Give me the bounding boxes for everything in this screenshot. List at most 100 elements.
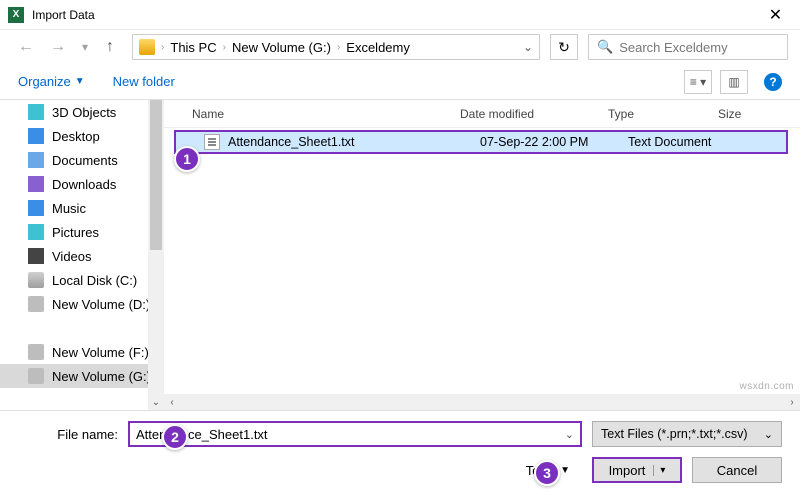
chevron-right-icon: › xyxy=(223,42,226,53)
column-headers: Name Date modified Type Size xyxy=(164,100,800,128)
annotation-badge-1: 1 xyxy=(174,146,200,172)
sidebar-item-label: Desktop xyxy=(52,129,100,144)
drive-icon xyxy=(28,128,44,144)
search-placeholder: Search Exceldemy xyxy=(619,40,727,55)
filename-dropdown-icon[interactable]: ⌄ xyxy=(565,428,574,441)
sidebar-item[interactable]: New Volume (G:) xyxy=(0,364,164,388)
organize-menu[interactable]: Organize ▼ xyxy=(18,74,85,89)
sidebar-scrollbar[interactable]: ⌃ ⌄ xyxy=(148,100,164,410)
sidebar-item-label: Documents xyxy=(52,153,118,168)
drive-icon xyxy=(28,368,44,384)
sidebar-item-label: Local Disk (C:) xyxy=(52,273,137,288)
drive-icon xyxy=(28,176,44,192)
drive-icon xyxy=(28,104,44,120)
bottom-bar: File name: Attendance_Sheet1.txt ⌄ Text … xyxy=(0,410,800,487)
annotation-badge-3: 3 xyxy=(534,460,560,486)
sidebar-item[interactable]: Documents xyxy=(0,148,164,172)
file-name: Attendance_Sheet1.txt xyxy=(228,135,480,149)
close-button[interactable]: ✕ xyxy=(753,0,798,30)
drive-icon xyxy=(28,296,44,312)
sidebar-item-label: New Volume (D:) xyxy=(52,297,150,312)
file-type: Text Document xyxy=(628,135,738,149)
drive-icon xyxy=(28,200,44,216)
scroll-thumb[interactable] xyxy=(150,100,162,250)
sidebar-item[interactable]: Desktop xyxy=(0,124,164,148)
split-chevron-icon[interactable]: ▾ xyxy=(653,465,665,476)
excel-icon: X xyxy=(8,7,24,23)
chevron-down-icon: ⌄ xyxy=(764,428,773,441)
sidebar-item-label: New Volume (F:) xyxy=(52,345,149,360)
sidebar-item[interactable]: New Volume (F:) xyxy=(0,340,164,364)
file-row[interactable]: Attendance_Sheet1.txt 07-Sep-22 2:00 PM … xyxy=(174,130,788,154)
filename-value: Attendance_Sheet1.txt xyxy=(136,427,268,442)
organize-label: Organize xyxy=(18,74,71,89)
file-list: Name Date modified Type Size Attendance_… xyxy=(164,100,800,410)
main-area: 3D Objects Desktop Documents Downloads Music… xyxy=(0,100,800,410)
sidebar-item-label: New Volume (G:) xyxy=(52,369,151,384)
titlebar: X Import Data ✕ xyxy=(0,0,800,30)
cancel-button[interactable]: Cancel xyxy=(692,457,782,483)
sidebar-item[interactable]: Pictures xyxy=(0,220,164,244)
sidebar-item[interactable]: Local Disk (C:) xyxy=(0,268,164,292)
sidebar-item-label: 3D Objects xyxy=(52,105,116,120)
scroll-down-icon[interactable]: ⌄ xyxy=(148,394,164,410)
filename-input[interactable]: Attendance_Sheet1.txt ⌄ xyxy=(128,421,582,447)
col-date[interactable]: Date modified xyxy=(460,107,608,121)
sidebar-item-label: Downloads xyxy=(52,177,116,192)
folder-icon xyxy=(139,39,155,55)
breadcrumb-volume[interactable]: New Volume (G:) xyxy=(232,40,331,55)
search-icon: 🔍 xyxy=(597,39,613,55)
back-button[interactable]: ← xyxy=(12,34,40,60)
chevron-down-icon: ▼ xyxy=(75,76,85,87)
import-label: Import xyxy=(609,463,646,478)
drive-icon xyxy=(28,224,44,240)
sidebar-item-label: Videos xyxy=(52,249,92,264)
sidebar-item[interactable] xyxy=(0,316,164,340)
sidebar-item[interactable]: Videos xyxy=(0,244,164,268)
window-title: Import Data xyxy=(32,8,95,22)
col-name[interactable]: Name xyxy=(192,107,460,121)
scroll-left-icon[interactable]: ‹ xyxy=(164,397,180,408)
sidebar: 3D Objects Desktop Documents Downloads Music… xyxy=(0,100,164,410)
sidebar-item[interactable]: New Volume (D:) xyxy=(0,292,164,316)
forward-button: → xyxy=(44,34,72,60)
help-button[interactable]: ? xyxy=(764,73,782,91)
nav-row: ← → ▾ ↑ › This PC › New Volume (G:) › Ex… xyxy=(0,30,800,64)
filter-label: Text Files (*.prn;*.txt;*.csv) xyxy=(601,427,748,441)
view-preview-button[interactable]: ▥ xyxy=(720,70,748,94)
annotation-badge-2: 2 xyxy=(162,424,188,450)
drive-icon xyxy=(28,272,44,288)
chevron-right-icon: › xyxy=(161,42,164,53)
address-dropdown[interactable]: ⌄ xyxy=(523,40,533,54)
new-folder-button[interactable]: New folder xyxy=(113,74,175,89)
sidebar-item[interactable]: Downloads xyxy=(0,172,164,196)
address-bar[interactable]: › This PC › New Volume (G:) › Exceldemy … xyxy=(132,34,540,60)
file-date: 07-Sep-22 2:00 PM xyxy=(480,135,628,149)
search-input[interactable]: 🔍 Search Exceldemy xyxy=(588,34,788,60)
refresh-button[interactable]: ↻ xyxy=(550,34,578,60)
breadcrumb-folder[interactable]: Exceldemy xyxy=(346,40,410,55)
sidebar-item-label: Pictures xyxy=(52,225,99,240)
scroll-right-icon[interactable]: › xyxy=(784,397,800,408)
text-file-icon xyxy=(204,134,220,150)
col-type[interactable]: Type xyxy=(608,107,718,121)
import-button[interactable]: Import ▾ xyxy=(592,457,682,483)
col-size[interactable]: Size xyxy=(718,107,758,121)
drive-icon xyxy=(28,344,44,360)
filename-label: File name: xyxy=(18,427,118,442)
chevron-right-icon: › xyxy=(337,42,340,53)
chevron-down-icon: ▼ xyxy=(560,465,570,476)
toolbar: Organize ▼ New folder ≡ ▾ ▥ ? xyxy=(0,64,800,100)
recent-dropdown[interactable]: ▾ xyxy=(76,36,94,58)
drive-icon xyxy=(28,152,44,168)
sidebar-item[interactable]: Music xyxy=(0,196,164,220)
breadcrumb-pc[interactable]: This PC xyxy=(170,40,216,55)
sidebar-item[interactable]: 3D Objects xyxy=(0,100,164,124)
view-list-button[interactable]: ≡ ▾ xyxy=(684,70,712,94)
watermark: wsxdn.com xyxy=(739,381,794,392)
file-filter-select[interactable]: Text Files (*.prn;*.txt;*.csv) ⌄ xyxy=(592,421,782,447)
drive-icon xyxy=(28,248,44,264)
file-list-hscroll[interactable]: ‹ › xyxy=(164,394,800,410)
sidebar-item-label: Music xyxy=(52,201,86,216)
up-button[interactable]: ↑ xyxy=(98,34,122,60)
